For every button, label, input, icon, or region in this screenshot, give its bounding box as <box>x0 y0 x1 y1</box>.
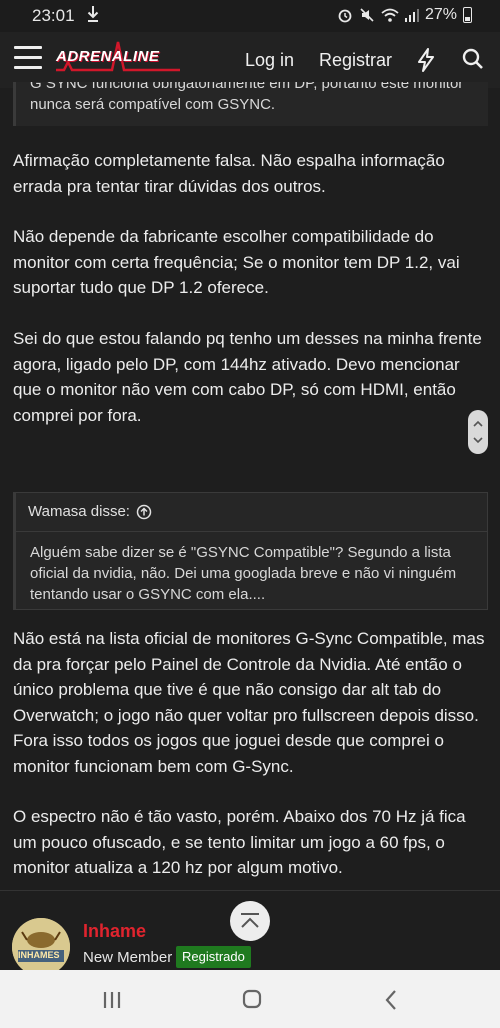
whats-new-bolt-icon[interactable] <box>416 48 436 72</box>
recents-icon[interactable] <box>102 990 122 1010</box>
chevron-down-icon <box>473 437 483 444</box>
scroll-top-icon <box>241 913 259 928</box>
status-icons: 27% <box>337 6 472 24</box>
post-paragraph: O espectro não é tão vasto, porém. Abaix… <box>13 807 466 877</box>
battery-icon <box>463 7 472 23</box>
quote-text: Alguém sabe dizer se é "GSYNC Compatible… <box>30 544 457 603</box>
battery-percent: 27% <box>424 6 457 23</box>
alarm-icon <box>338 9 352 23</box>
post-paragraph: Não depende da fabricante escolher compa… <box>13 227 460 297</box>
quote-attribution[interactable]: Wamasa disse: <box>16 493 487 532</box>
login-link[interactable]: Log in <box>245 50 294 71</box>
site-logo[interactable]: ADRENALINE <box>56 40 180 76</box>
quote-block: G SYNC funciona obrigatoriamente em DP, … <box>13 82 488 126</box>
avatar-image <box>12 918 70 976</box>
scroll-to-top-button[interactable] <box>230 901 270 941</box>
wifi-icon <box>381 8 399 22</box>
register-link[interactable]: Registrar <box>319 50 392 71</box>
scroll-handle[interactable] <box>468 410 488 454</box>
download-icon <box>87 6 99 22</box>
chevron-up-icon <box>473 420 483 427</box>
post-paragraph: Sei do que estou falando pq tenho um des… <box>13 329 482 425</box>
system-navigation-bar <box>0 970 500 1028</box>
arrow-up-circle-icon[interactable] <box>136 504 152 520</box>
status-time: 23:01 <box>32 6 75 25</box>
post-paragraph: Não está na lista oficial de monitores G… <box>13 629 485 776</box>
user-title: New Member <box>83 949 173 966</box>
signal-icon <box>404 9 419 22</box>
back-icon[interactable] <box>384 989 398 1011</box>
site-header: ADRENALINE Log in Registrar <box>0 32 500 88</box>
status-bar: 23:01 27% <box>0 0 500 32</box>
post-paragraph: Afirmação completamente falsa. Não espal… <box>13 151 445 196</box>
mute-icon <box>360 8 374 22</box>
logo-text: ADRENALINE <box>56 48 160 65</box>
username-link[interactable]: Inhame <box>83 921 146 942</box>
post-divider <box>0 890 500 891</box>
home-icon[interactable] <box>242 989 262 1009</box>
status-badge: Registrado <box>176 946 251 968</box>
menu-icon[interactable] <box>14 46 42 72</box>
quote-author: Wamasa disse: <box>28 503 130 520</box>
search-icon[interactable] <box>462 48 484 70</box>
avatar[interactable]: INHAMES <box>12 918 70 976</box>
quote-block: Wamasa disse: Alguém sabe dizer se é "GS… <box>13 492 488 610</box>
quote-text: G SYNC funciona obrigatoriamente em DP, … <box>30 82 464 113</box>
avatar-text: INHAMES <box>18 950 60 960</box>
